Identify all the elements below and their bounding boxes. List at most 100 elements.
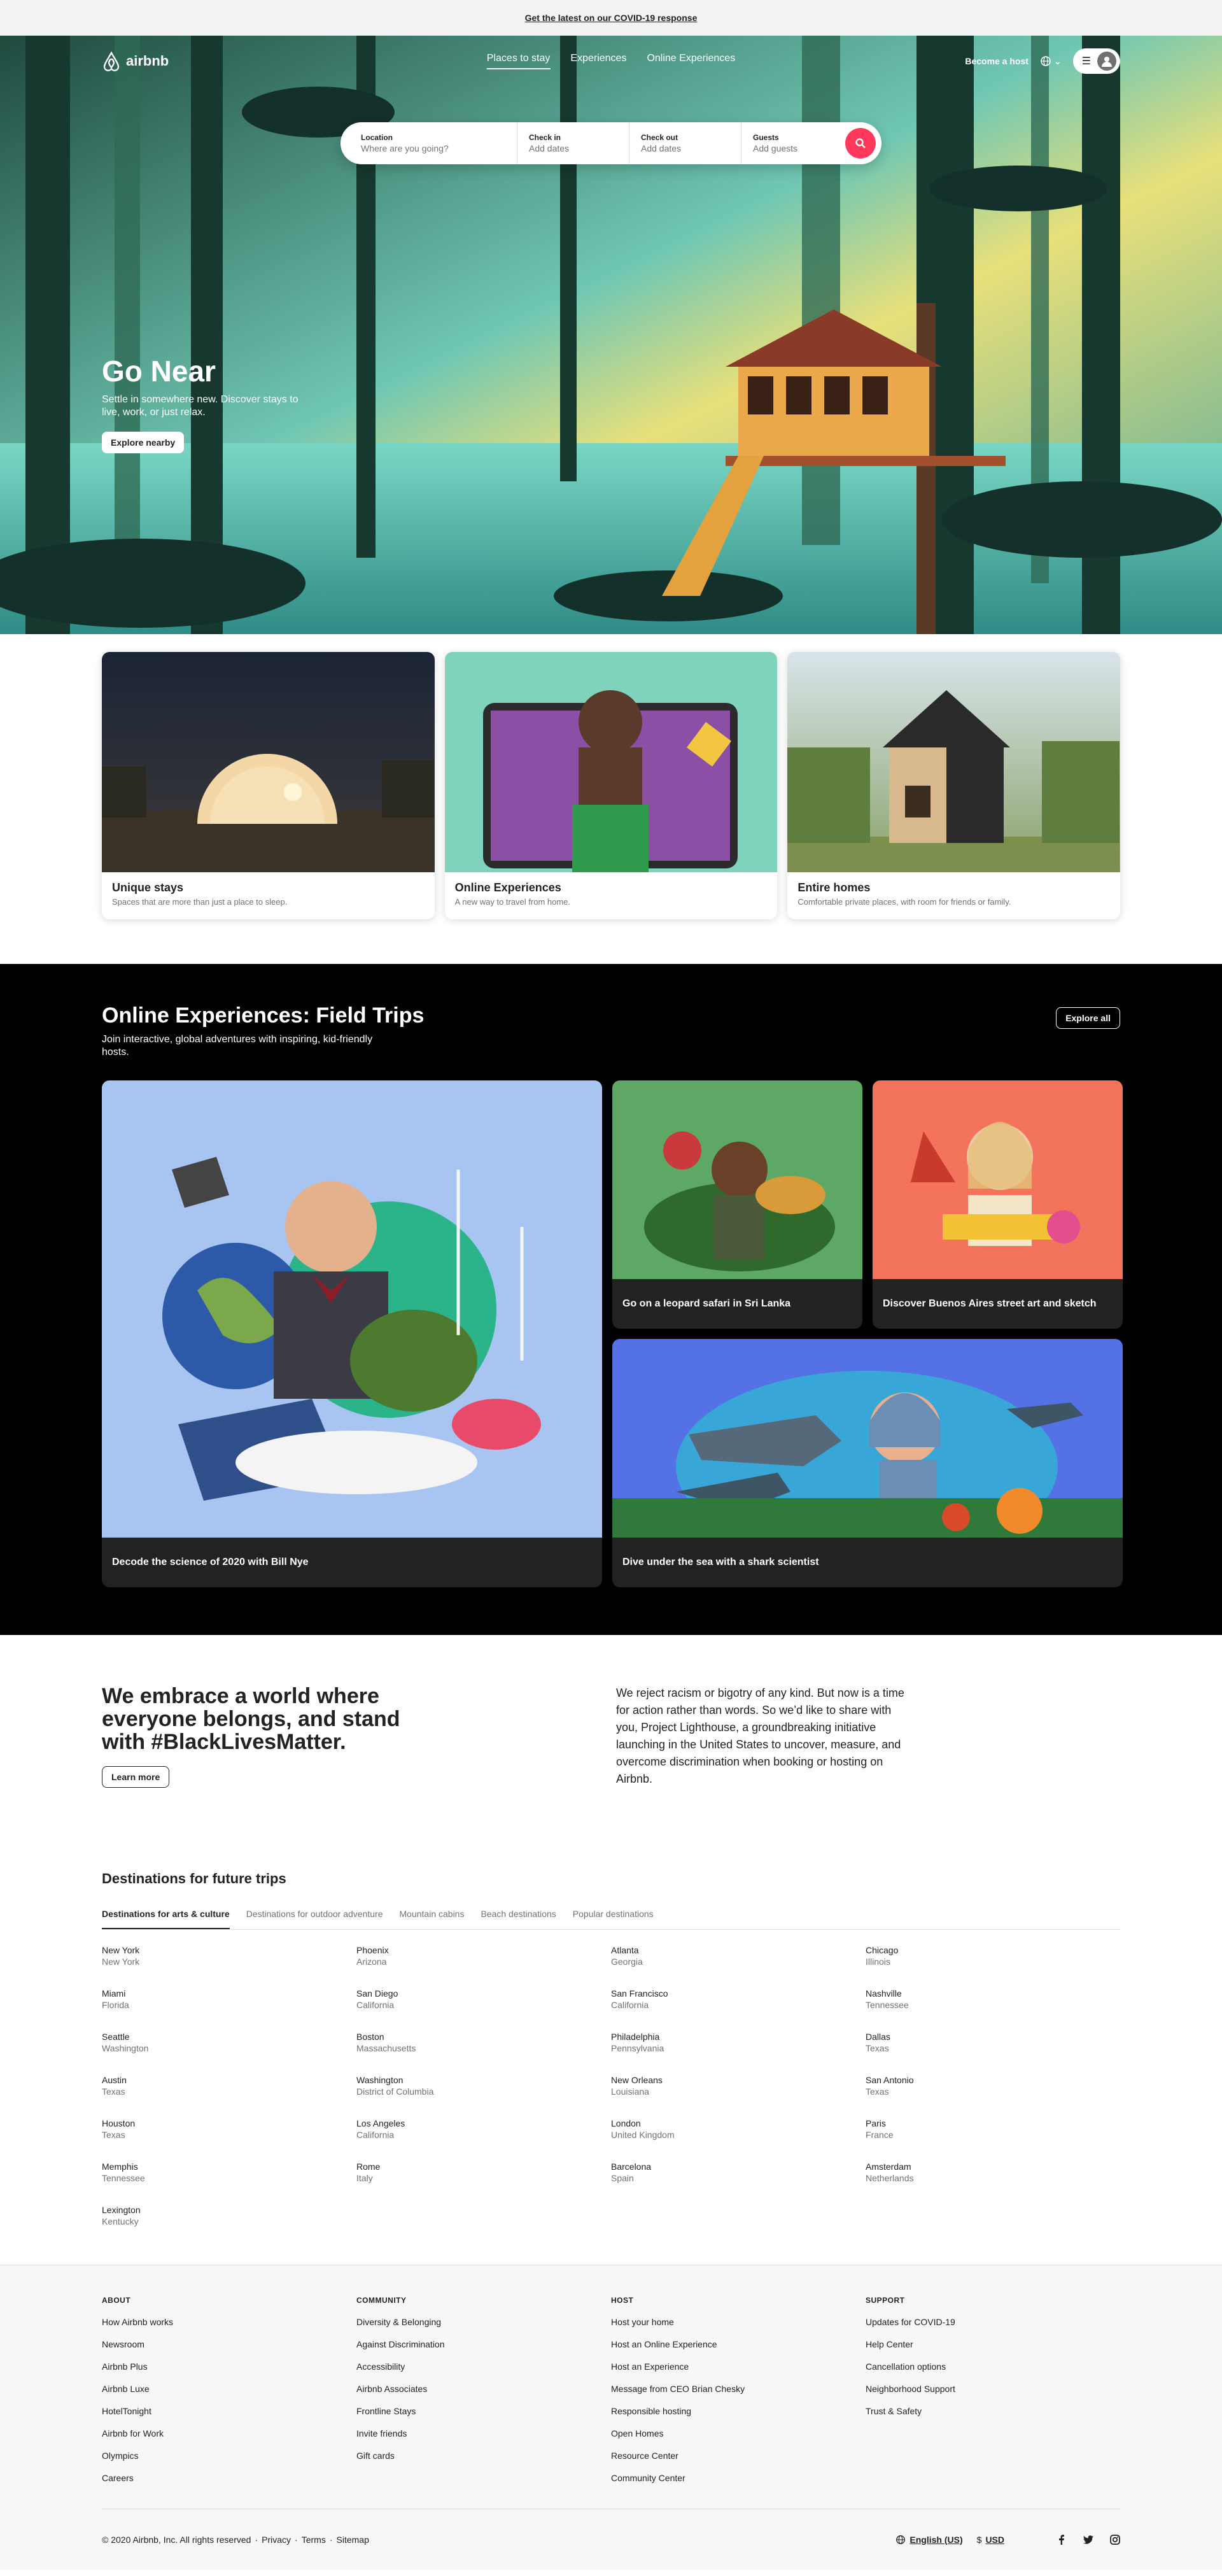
destination-link[interactable]: San Francisco California	[611, 1988, 866, 2010]
tab-popular-destinations[interactable]: Popular destinations	[573, 1909, 654, 1929]
checkin-field[interactable]: Check in Add dates	[529, 122, 629, 164]
footer-link[interactable]: Community Center	[611, 2473, 866, 2483]
footer-link[interactable]: Trust & Safety	[866, 2406, 1120, 2416]
tab-arts-culture[interactable]: Destinations for arts & culture	[102, 1909, 230, 1929]
destination-link[interactable]: Chicago Illinois	[866, 1945, 1120, 1967]
experience-tile[interactable]: Go on a leopard safari in Sri Lanka	[612, 1080, 862, 1329]
tab-beach-destinations[interactable]: Beach destinations	[481, 1909, 556, 1929]
currency-selector[interactable]: $ USD	[977, 2535, 1004, 2545]
card-subtitle: Comfortable private places, with room fo…	[797, 897, 1011, 907]
card-unique-stays[interactable]: Unique stays Spaces that are more than j…	[102, 652, 435, 919]
terms-link[interactable]: Terms	[302, 2535, 326, 2545]
footer-link[interactable]: Help Center	[866, 2339, 1120, 2349]
destination-link[interactable]: Washington District of Columbia	[356, 2075, 611, 2097]
learn-more-button[interactable]: Learn more	[102, 1766, 170, 1788]
footer-link[interactable]: Host your home	[611, 2317, 866, 2327]
destinations-grid: New York New York Phoenix Arizona Atlanta G…	[102, 1945, 1120, 2226]
destination-link[interactable]: Boston Massachusetts	[356, 2032, 611, 2053]
destination-city: Atlanta	[611, 1945, 639, 1955]
user-menu-button[interactable]: ☰	[1072, 48, 1120, 74]
footer-link[interactable]: Airbnb Plus	[102, 2361, 356, 2372]
tab-online-experiences[interactable]: Online Experiences	[647, 53, 735, 69]
footer-link[interactable]: Updates for COVID-19	[866, 2317, 1120, 2327]
destination-link[interactable]: Rome Italy	[356, 2162, 611, 2183]
tab-mountain-cabins[interactable]: Mountain cabins	[400, 1909, 465, 1929]
airbnb-logo[interactable]: airbnb	[102, 51, 169, 71]
footer-link[interactable]: Host an Experience	[611, 2361, 866, 2372]
footer-link[interactable]: Airbnb Associates	[356, 2384, 611, 2394]
checkout-field[interactable]: Check out Add dates	[641, 122, 741, 164]
tab-experiences[interactable]: Experiences	[570, 53, 626, 69]
footer-link[interactable]: Open Homes	[611, 2428, 866, 2438]
destination-link[interactable]: Memphis Tennessee	[102, 2162, 356, 2183]
destination-link[interactable]: New York New York	[102, 1945, 356, 1967]
destination-link[interactable]: Philadelphia Pennsylvania	[611, 2032, 866, 2053]
destination-city: Phoenix	[356, 1945, 389, 1955]
covid-link[interactable]: Get the latest on our COVID-19 response	[525, 13, 698, 23]
sitemap-link[interactable]: Sitemap	[337, 2535, 369, 2545]
footer-link[interactable]: Cancellation options	[866, 2361, 1120, 2372]
checkin-value: Add dates	[529, 143, 570, 153]
destination-link[interactable]: Lexington Kentucky	[102, 2205, 356, 2226]
destination-link[interactable]: Phoenix Arizona	[356, 1945, 611, 1967]
card-online-experiences[interactable]: Online Experiences A new way to travel f…	[444, 652, 778, 919]
destination-link[interactable]: Austin Texas	[102, 2075, 356, 2097]
destination-link[interactable]: Barcelona Spain	[611, 2162, 866, 2183]
location-label: Location	[361, 133, 393, 142]
footer-link[interactable]: Host an Online Experience	[611, 2339, 866, 2349]
footer-link[interactable]: Invite friends	[356, 2428, 611, 2438]
language-button[interactable]: ⌄	[1040, 55, 1062, 67]
footer-column-community: COMMUNITY Diversity & Belonging Against …	[356, 2296, 611, 2483]
explore-all-button[interactable]: Explore all	[1056, 1007, 1120, 1029]
become-host-link[interactable]: Become a host	[965, 56, 1029, 66]
footer-link[interactable]: Diversity & Belonging	[356, 2317, 611, 2327]
footer-link[interactable]: Frontline Stays	[356, 2406, 611, 2416]
privacy-link[interactable]: Privacy	[262, 2535, 291, 2545]
destination-city: Barcelona	[611, 2162, 652, 2172]
footer-link[interactable]: Resource Center	[611, 2451, 866, 2461]
footer-link[interactable]: Olympics	[102, 2451, 356, 2461]
destination-link[interactable]: New Orleans Louisiana	[611, 2075, 866, 2097]
twitter-icon[interactable]	[1083, 2535, 1093, 2545]
footer-link[interactable]: Responsible hosting	[611, 2406, 866, 2416]
guests-field[interactable]: Guests Add guests	[753, 122, 829, 164]
destination-link[interactable]: Los Angeles California	[356, 2118, 611, 2140]
footer-link[interactable]: Against Discrimination	[356, 2339, 611, 2349]
location-field[interactable]: Location	[361, 122, 517, 164]
experience-tile[interactable]: Decode the science of 2020 with Bill Nye	[102, 1080, 602, 1587]
destination-link[interactable]: Amsterdam Netherlands	[866, 2162, 1120, 2183]
experience-tile[interactable]: Discover Buenos Aires street art and ske…	[873, 1080, 1123, 1329]
footer-link[interactable]: HotelTonight	[102, 2406, 356, 2416]
card-entire-homes[interactable]: Entire homes Comfortable private places,…	[787, 652, 1121, 919]
destination-link[interactable]: San Antonio Texas	[866, 2075, 1120, 2097]
facebook-icon[interactable]	[1057, 2534, 1067, 2545]
footer-link[interactable]: Careers	[102, 2473, 356, 2483]
footer-link[interactable]: Newsroom	[102, 2339, 356, 2349]
destination-city: Houston	[102, 2118, 136, 2128]
footer-link[interactable]: Accessibility	[356, 2361, 611, 2372]
language-selector[interactable]: English (US)	[895, 2535, 963, 2545]
location-input[interactable]	[361, 143, 504, 153]
destination-link[interactable]: Dallas Texas	[866, 2032, 1120, 2053]
tab-places-to-stay[interactable]: Places to stay	[486, 53, 551, 69]
destination-link[interactable]: Nashville Tennessee	[866, 1988, 1120, 2010]
instagram-icon[interactable]	[1110, 2534, 1120, 2545]
footer-column-title: SUPPORT	[866, 2296, 905, 2305]
tab-outdoor-adventure[interactable]: Destinations for outdoor adventure	[246, 1909, 383, 1929]
destination-link[interactable]: Paris France	[866, 2118, 1120, 2140]
footer-link[interactable]: Message from CEO Brian Chesky	[611, 2384, 866, 2394]
experience-tile[interactable]: Dive under the sea with a shark scientis…	[612, 1339, 1123, 1587]
destination-link[interactable]: London United Kingdom	[611, 2118, 866, 2140]
footer-link[interactable]: Airbnb for Work	[102, 2428, 356, 2438]
destination-link[interactable]: Miami Florida	[102, 1988, 356, 2010]
search-button[interactable]	[845, 128, 876, 159]
footer-link[interactable]: How Airbnb works	[102, 2317, 356, 2327]
footer-link[interactable]: Gift cards	[356, 2451, 611, 2461]
destination-link[interactable]: Atlanta Georgia	[611, 1945, 866, 1967]
explore-nearby-button[interactable]: Explore nearby	[102, 432, 185, 453]
footer-link[interactable]: Airbnb Luxe	[102, 2384, 356, 2394]
footer-link[interactable]: Neighborhood Support	[866, 2384, 1120, 2394]
destination-link[interactable]: Seattle Washington	[102, 2032, 356, 2053]
destination-link[interactable]: San Diego California	[356, 1988, 611, 2010]
destination-link[interactable]: Houston Texas	[102, 2118, 356, 2140]
